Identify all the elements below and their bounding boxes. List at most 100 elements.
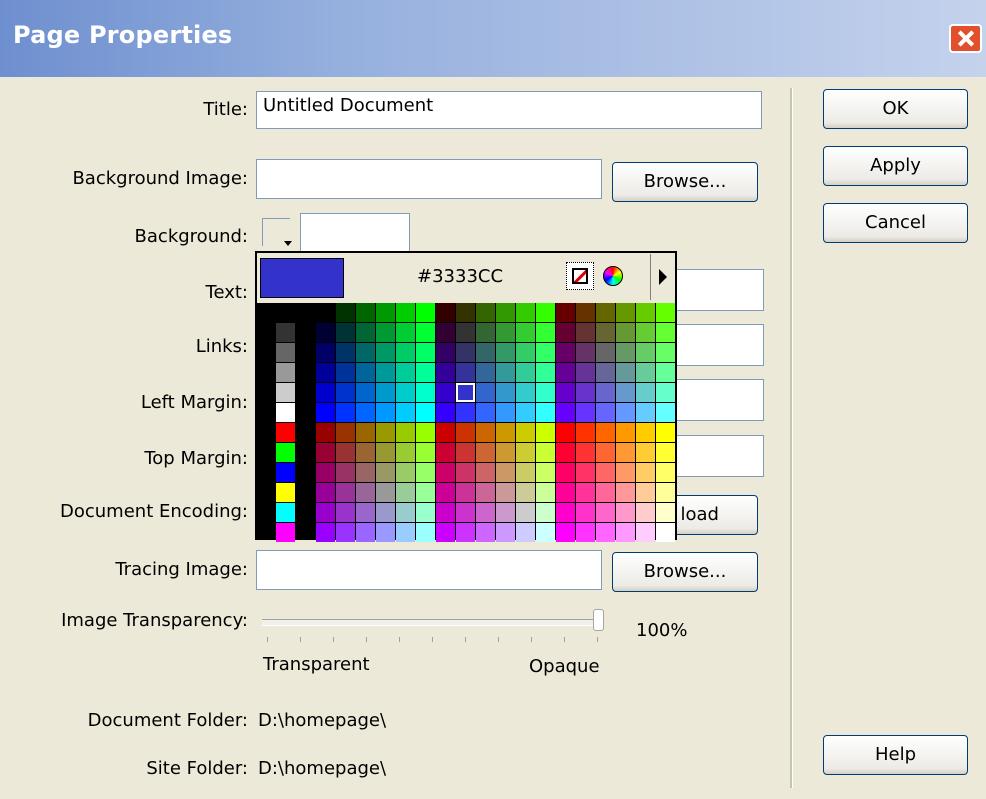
color-swatch[interactable] — [396, 463, 415, 482]
color-swatch[interactable] — [376, 363, 395, 382]
color-swatch[interactable] — [436, 523, 455, 542]
color-swatch[interactable] — [496, 443, 515, 462]
color-swatch[interactable] — [556, 443, 575, 462]
color-swatch[interactable] — [556, 363, 575, 382]
title-bar[interactable]: Page Properties — [0, 0, 986, 77]
color-swatch[interactable] — [596, 443, 615, 462]
color-swatch[interactable] — [456, 403, 475, 422]
transparency-slider-thumb[interactable] — [593, 609, 604, 631]
top-margin-field[interactable] — [672, 435, 764, 477]
color-swatch[interactable] — [496, 423, 515, 442]
color-swatch[interactable] — [656, 463, 675, 482]
color-swatch[interactable] — [556, 503, 575, 522]
color-swatch[interactable] — [336, 463, 355, 482]
color-swatch[interactable] — [596, 383, 615, 402]
color-swatch[interactable] — [596, 503, 615, 522]
color-swatch[interactable] — [356, 363, 375, 382]
color-swatch[interactable] — [516, 483, 535, 502]
color-swatch[interactable] — [476, 483, 495, 502]
color-swatch[interactable] — [276, 403, 295, 422]
color-swatch[interactable] — [376, 323, 395, 342]
color-swatch[interactable] — [636, 343, 655, 362]
color-swatch[interactable] — [436, 463, 455, 482]
color-swatch[interactable] — [616, 503, 635, 522]
color-swatch[interactable] — [656, 483, 675, 502]
color-swatch[interactable] — [636, 383, 655, 402]
color-swatch[interactable] — [396, 363, 415, 382]
color-swatch[interactable] — [536, 483, 555, 502]
color-swatch[interactable] — [536, 503, 555, 522]
close-icon[interactable] — [949, 24, 982, 53]
color-swatch[interactable] — [596, 303, 615, 322]
color-swatch[interactable] — [376, 303, 395, 322]
color-swatch[interactable] — [576, 483, 595, 502]
color-swatch[interactable] — [556, 403, 575, 422]
color-swatch[interactable] — [576, 423, 595, 442]
color-swatch[interactable] — [416, 503, 435, 522]
color-swatch[interactable] — [576, 323, 595, 342]
color-swatch[interactable] — [416, 423, 435, 442]
color-swatch[interactable] — [356, 503, 375, 522]
color-swatch[interactable] — [396, 303, 415, 322]
color-swatch[interactable] — [316, 503, 335, 522]
color-swatch[interactable] — [416, 443, 435, 462]
triangle-right-icon[interactable] — [650, 254, 675, 300]
color-swatch[interactable] — [536, 383, 555, 402]
color-swatch[interactable] — [376, 523, 395, 542]
color-swatch[interactable] — [416, 303, 435, 322]
color-swatch[interactable] — [656, 323, 675, 342]
color-swatch[interactable] — [336, 423, 355, 442]
color-swatch[interactable] — [416, 343, 435, 362]
color-swatch[interactable] — [596, 523, 615, 542]
color-swatch[interactable] — [316, 343, 335, 362]
color-swatch[interactable] — [496, 463, 515, 482]
color-swatch[interactable] — [516, 343, 535, 362]
color-swatch[interactable] — [316, 383, 335, 402]
color-swatch[interactable] — [596, 343, 615, 362]
color-swatch[interactable] — [516, 443, 535, 462]
color-swatch[interactable] — [276, 303, 295, 322]
color-swatch[interactable] — [376, 383, 395, 402]
color-swatch[interactable] — [276, 443, 295, 462]
color-swatch[interactable] — [496, 483, 515, 502]
color-swatch[interactable] — [556, 343, 575, 362]
color-swatch[interactable] — [476, 463, 495, 482]
color-swatch[interactable] — [456, 443, 475, 462]
color-swatch[interactable] — [576, 503, 595, 522]
color-swatch[interactable] — [456, 303, 475, 322]
color-swatch[interactable] — [576, 383, 595, 402]
color-swatch[interactable] — [336, 303, 355, 322]
color-swatch[interactable] — [376, 423, 395, 442]
color-swatch[interactable] — [396, 323, 415, 342]
color-swatch[interactable] — [276, 323, 295, 342]
apply-button[interactable]: Apply — [823, 146, 968, 186]
color-swatch[interactable] — [656, 303, 675, 322]
color-swatch[interactable] — [656, 423, 675, 442]
color-swatch[interactable] — [396, 343, 415, 362]
color-swatch[interactable] — [496, 523, 515, 542]
color-swatch[interactable] — [456, 323, 475, 342]
color-swatch[interactable] — [476, 323, 495, 342]
color-swatch[interactable] — [516, 303, 535, 322]
color-swatch[interactable] — [376, 403, 395, 422]
color-swatch[interactable] — [516, 363, 535, 382]
color-swatch[interactable] — [596, 483, 615, 502]
color-swatch[interactable] — [276, 463, 295, 482]
color-swatch[interactable] — [656, 503, 675, 522]
color-swatch[interactable] — [616, 323, 635, 342]
color-swatch[interactable] — [336, 383, 355, 402]
color-swatch[interactable] — [416, 323, 435, 342]
color-swatch[interactable] — [656, 403, 675, 422]
color-swatch[interactable] — [476, 443, 495, 462]
color-swatch[interactable] — [336, 503, 355, 522]
color-swatch[interactable] — [456, 523, 475, 542]
cancel-button[interactable]: Cancel — [823, 203, 968, 243]
color-swatch[interactable] — [656, 383, 675, 402]
color-swatch[interactable] — [536, 423, 555, 442]
color-swatch[interactable] — [556, 323, 575, 342]
tracing-browse-button[interactable]: Browse... — [612, 552, 758, 592]
color-swatch[interactable] — [356, 423, 375, 442]
color-swatch[interactable] — [356, 323, 375, 342]
color-swatch[interactable] — [436, 343, 455, 362]
color-swatch[interactable] — [636, 463, 655, 482]
